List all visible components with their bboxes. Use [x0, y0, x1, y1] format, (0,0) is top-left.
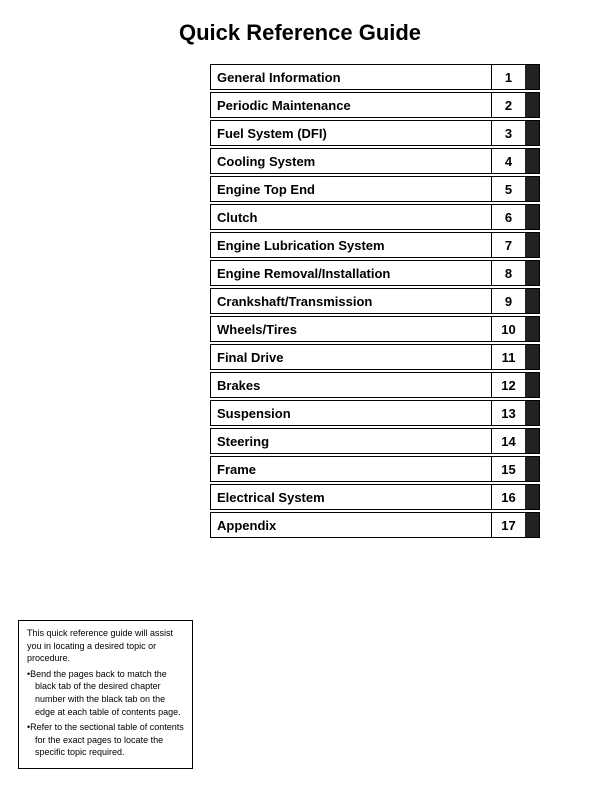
toc-number: 10 — [491, 317, 525, 341]
toc-black-tab — [525, 429, 539, 453]
toc-number: 3 — [491, 121, 525, 145]
toc-row[interactable]: Engine Removal/Installation8 — [210, 260, 540, 286]
toc-black-tab — [525, 65, 539, 89]
toc-black-tab — [525, 177, 539, 201]
toc-label: Wheels/Tires — [211, 317, 491, 341]
toc-black-tab — [525, 205, 539, 229]
note-line1: This quick reference guide will assist y… — [27, 627, 184, 665]
toc-black-tab — [525, 317, 539, 341]
toc-row[interactable]: Engine Top End5 — [210, 176, 540, 202]
toc-number: 6 — [491, 205, 525, 229]
toc-label: Appendix — [211, 513, 491, 537]
page: Quick Reference Guide General Informatio… — [0, 0, 600, 799]
note-line2: •Bend the pages back to match the black … — [27, 668, 184, 718]
page-title: Quick Reference Guide — [0, 20, 600, 46]
note-box: This quick reference guide will assist y… — [18, 620, 193, 769]
toc-black-tab — [525, 513, 539, 537]
toc-number: 2 — [491, 93, 525, 117]
toc-number: 8 — [491, 261, 525, 285]
toc-label: Crankshaft/Transmission — [211, 289, 491, 313]
note-line3: •Refer to the sectional table of content… — [27, 721, 184, 759]
toc-label: Cooling System — [211, 149, 491, 173]
toc-black-tab — [525, 289, 539, 313]
toc-label: Electrical System — [211, 485, 491, 509]
toc-label: Engine Removal/Installation — [211, 261, 491, 285]
toc-row[interactable]: Electrical System16 — [210, 484, 540, 510]
toc-row[interactable]: Frame15 — [210, 456, 540, 482]
toc-label: Suspension — [211, 401, 491, 425]
toc-label: Engine Lubrication System — [211, 233, 491, 257]
toc-label: Brakes — [211, 373, 491, 397]
toc-label: Periodic Maintenance — [211, 93, 491, 117]
toc-number: 17 — [491, 513, 525, 537]
toc-label: Engine Top End — [211, 177, 491, 201]
toc-black-tab — [525, 485, 539, 509]
toc-number: 15 — [491, 457, 525, 481]
toc-black-tab — [525, 345, 539, 369]
toc-black-tab — [525, 233, 539, 257]
toc-row[interactable]: Cooling System4 — [210, 148, 540, 174]
toc-label: Fuel System (DFI) — [211, 121, 491, 145]
toc-row[interactable]: Clutch6 — [210, 204, 540, 230]
toc-row[interactable]: Final Drive11 — [210, 344, 540, 370]
toc-number: 1 — [491, 65, 525, 89]
toc-number: 16 — [491, 485, 525, 509]
toc-label: Clutch — [211, 205, 491, 229]
toc-row[interactable]: Wheels/Tires10 — [210, 316, 540, 342]
toc-black-tab — [525, 457, 539, 481]
toc-label: Frame — [211, 457, 491, 481]
toc-number: 11 — [491, 345, 525, 369]
toc-number: 14 — [491, 429, 525, 453]
toc-black-tab — [525, 93, 539, 117]
toc-number: 9 — [491, 289, 525, 313]
toc-row[interactable]: Fuel System (DFI)3 — [210, 120, 540, 146]
toc-black-tab — [525, 149, 539, 173]
toc-number: 13 — [491, 401, 525, 425]
toc-number: 7 — [491, 233, 525, 257]
toc-row[interactable]: Steering14 — [210, 428, 540, 454]
toc-black-tab — [525, 401, 539, 425]
toc-row[interactable]: Engine Lubrication System7 — [210, 232, 540, 258]
toc-row[interactable]: Brakes12 — [210, 372, 540, 398]
toc-row[interactable]: Appendix17 — [210, 512, 540, 538]
toc-label: Steering — [211, 429, 491, 453]
toc-row[interactable]: Periodic Maintenance2 — [210, 92, 540, 118]
toc-row[interactable]: Crankshaft/Transmission9 — [210, 288, 540, 314]
toc-number: 5 — [491, 177, 525, 201]
toc-row[interactable]: Suspension13 — [210, 400, 540, 426]
toc-label: General Information — [211, 65, 491, 89]
toc-black-tab — [525, 121, 539, 145]
toc-label: Final Drive — [211, 345, 491, 369]
toc-black-tab — [525, 373, 539, 397]
toc-container: General Information1Periodic Maintenance… — [210, 64, 540, 538]
toc-number: 4 — [491, 149, 525, 173]
toc-black-tab — [525, 261, 539, 285]
toc-number: 12 — [491, 373, 525, 397]
toc-row[interactable]: General Information1 — [210, 64, 540, 90]
